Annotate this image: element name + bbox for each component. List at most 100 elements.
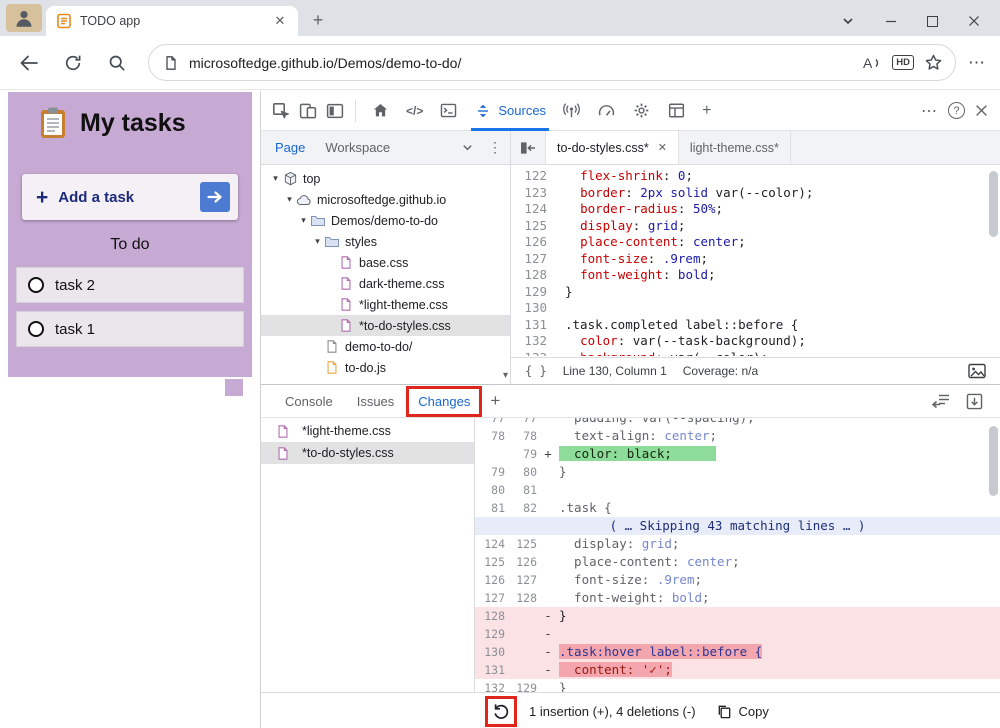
devtools-menu-icon[interactable]: ⋯ (921, 101, 938, 121)
navigator-tab-workspace[interactable]: Workspace (325, 140, 390, 155)
address-bar[interactable]: microsoftedge.github.io/Demos/demo-to-do… (148, 44, 956, 81)
maximize-button[interactable] (927, 16, 938, 27)
tree-item[interactable]: ▾Demos/demo-to-do (261, 210, 510, 231)
browser-tab[interactable]: TODO app ✕ (46, 6, 298, 36)
task-checkbox[interactable] (28, 277, 44, 293)
url-text[interactable]: microsoftedge.github.io/Demos/demo-to-do… (189, 55, 850, 71)
dock-side-icon[interactable] (321, 97, 348, 124)
copy-button[interactable]: Copy (716, 703, 769, 720)
tree-item[interactable]: demo-to-do/ (261, 336, 510, 357)
drawer-tab-changes[interactable]: Changes (406, 386, 482, 417)
tree-item[interactable]: ▾top (261, 168, 510, 189)
devtools-toolbar: </> Sources + ⋯ ? (261, 91, 1000, 131)
read-aloud-icon[interactable]: A (860, 54, 882, 72)
tab-elements[interactable]: </> (398, 91, 431, 131)
pretty-print-icon[interactable]: { } (525, 364, 547, 378)
editor-scrollbar[interactable] (989, 171, 998, 237)
site-info-icon[interactable] (163, 55, 179, 71)
diff-new-line-number: 125 (507, 535, 537, 553)
diff-code: padding: var(--spacing); (559, 418, 755, 427)
show-navigator-icon[interactable] (511, 131, 545, 164)
favorites-star-icon[interactable] (924, 53, 943, 72)
diff-navigation-icon[interactable] (931, 392, 951, 410)
tree-item[interactable]: base.css (261, 252, 510, 273)
diff-row: 131- content: '✓'; (475, 661, 1000, 679)
todo-app-panel: My tasks + Add a task To do task 2task 1 (8, 92, 252, 377)
diff-row: 129- (475, 625, 1000, 643)
editor-tab[interactable]: light-theme.css* (679, 131, 791, 164)
add-task-button[interactable]: + Add a task (22, 174, 238, 220)
navigator-more-icon[interactable]: ⋮ (488, 139, 502, 156)
diff-marker (537, 427, 559, 445)
image-icon[interactable] (968, 363, 986, 379)
line-number: 125 (511, 218, 557, 235)
diff-marker (537, 481, 559, 499)
diff-new-line-number: 80 (507, 463, 537, 481)
tree-item[interactable]: dark-theme.css (261, 273, 510, 294)
tree-item[interactable]: ▾styles (261, 231, 510, 252)
refresh-icon[interactable] (58, 48, 88, 78)
back-icon[interactable] (14, 48, 44, 78)
sources-header-row: Page Workspace ⋮ to-do-styles.css*✕light… (261, 131, 1000, 165)
editor-tab[interactable]: to-do-styles.css*✕ (545, 131, 679, 164)
diff-row: 130-.task:hover label::before { (475, 643, 1000, 661)
task-item[interactable]: task 1 (16, 311, 244, 347)
close-devtools-icon[interactable] (975, 104, 988, 117)
diff-new-line-number: 129 (507, 679, 537, 692)
help-icon[interactable]: ? (948, 102, 965, 119)
tab-performance[interactable] (589, 91, 624, 131)
drawer-more-tools-button[interactable]: + (490, 391, 500, 411)
editor-code[interactable]: 122 flex-shrink: 0;123 border: 2px solid… (511, 165, 1000, 356)
more-tabs-button[interactable]: + (694, 91, 719, 131)
code-token (565, 234, 580, 249)
tab-close-icon[interactable]: ✕ (270, 11, 290, 31)
expand-arrow-icon[interactable]: ▾ (269, 173, 282, 184)
tree-item[interactable]: *light-theme.css (261, 294, 510, 315)
tab-application[interactable] (659, 91, 694, 131)
new-tab-button[interactable]: + (308, 10, 328, 30)
diff-row: 7777 padding: var(--spacing); (475, 418, 1000, 427)
changed-file-item[interactable]: *to-do-styles.css (261, 442, 474, 464)
chevron-down-icon[interactable] (461, 141, 474, 154)
tab-settings-gear[interactable] (624, 91, 659, 131)
code-token: } (559, 680, 567, 692)
device-toolbar-icon[interactable] (294, 97, 321, 124)
tree-item[interactable]: ▾microsoftedge.github.io (261, 189, 510, 210)
chevron-down-icon[interactable] (841, 14, 855, 28)
code-token: text-align: (559, 428, 664, 443)
close-window-button[interactable] (968, 15, 980, 27)
diff-marker (537, 418, 559, 427)
inspect-element-icon[interactable] (267, 97, 294, 124)
profile-avatar[interactable] (6, 4, 42, 32)
diff-old-line-number: 79 (475, 463, 505, 481)
tab-network[interactable] (554, 91, 589, 131)
submit-arrow-button[interactable] (200, 182, 230, 212)
tree-item-label: to-do.js (345, 361, 386, 375)
close-tab-icon[interactable]: ✕ (658, 141, 667, 154)
search-icon[interactable] (102, 48, 132, 78)
expand-drawer-icon[interactable] (965, 392, 984, 411)
drawer-tab-console[interactable]: Console (273, 385, 345, 418)
tab-console[interactable] (431, 91, 466, 131)
hd-badge[interactable]: HD (892, 55, 914, 70)
drawer-tab-issues[interactable]: Issues (345, 385, 407, 418)
task-item[interactable]: task 2 (16, 267, 244, 303)
expand-arrow-icon[interactable]: ▾ (283, 194, 296, 205)
minimize-button[interactable] (885, 15, 897, 27)
diff-scrollbar[interactable] (989, 426, 998, 496)
expand-arrow-icon[interactable]: ▾ (311, 236, 324, 247)
task-checkbox[interactable] (28, 321, 44, 337)
tab-sources[interactable]: Sources (466, 91, 554, 131)
tree-item[interactable]: to-do.js (261, 357, 510, 378)
navigator-tab-page[interactable]: Page (275, 140, 305, 155)
expand-arrow-icon[interactable]: ▾ (297, 215, 310, 226)
diff-marker (537, 571, 559, 589)
code-token: content: '✓'; (559, 662, 672, 677)
diff-old-line-number: 131 (475, 661, 505, 679)
revert-button[interactable] (485, 696, 517, 727)
tab-welcome[interactable] (363, 91, 398, 131)
browser-menu-icon[interactable]: ⋯ (968, 53, 986, 73)
changed-file-item[interactable]: *light-theme.css (261, 420, 474, 442)
tree-item[interactable]: *to-do-styles.css (261, 315, 510, 336)
scroll-down-icon[interactable]: ▾ (503, 370, 508, 381)
